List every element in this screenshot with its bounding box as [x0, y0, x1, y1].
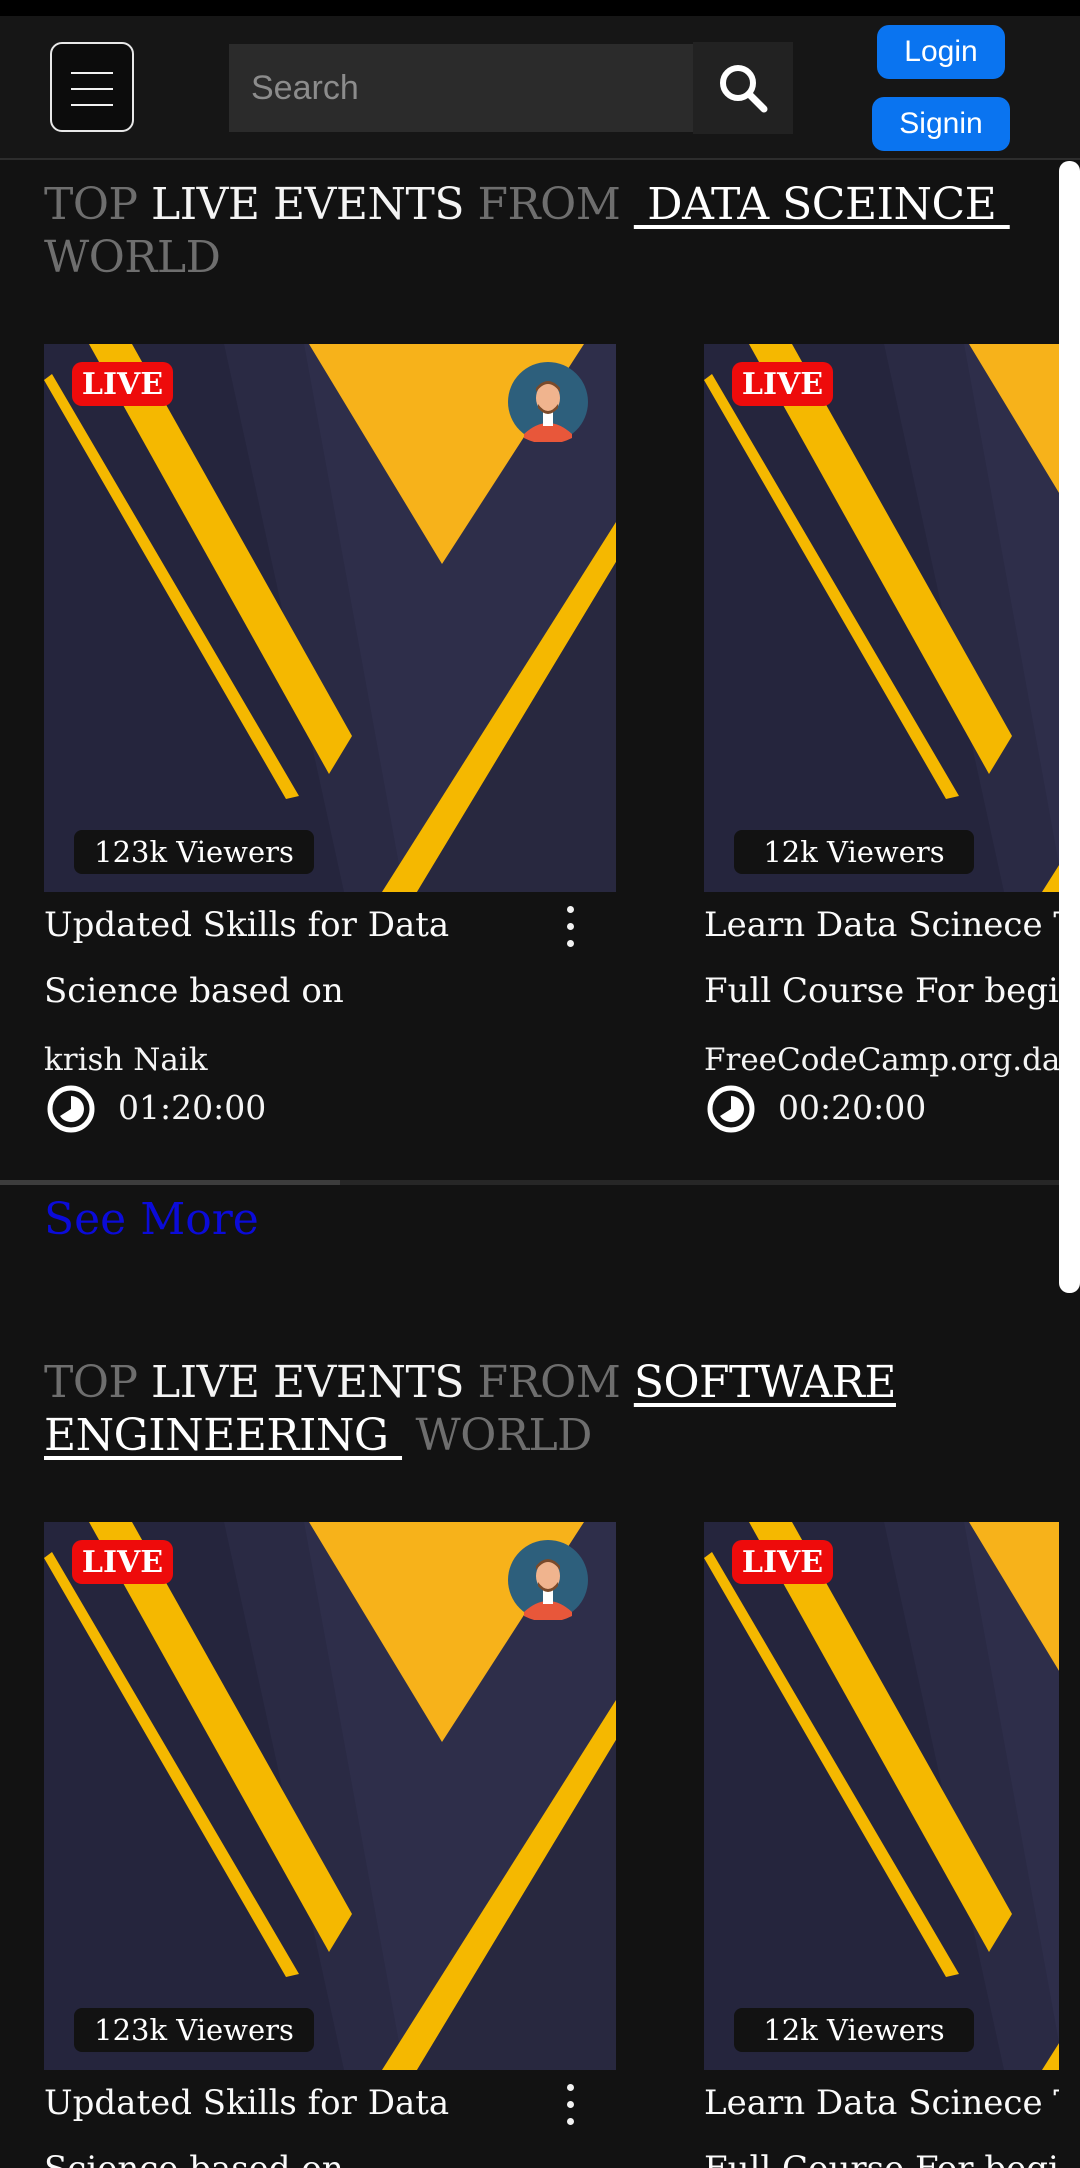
video-duration: 01:20:00 — [118, 1088, 267, 1127]
section-title-data-science: TOP LIVE EVENTS FROM DATA SCEINCE WORLD — [44, 178, 1024, 284]
video-thumbnail[interactable]: LIVE 12k Viewers — [704, 344, 1059, 892]
title-world: WORLD — [415, 1410, 593, 1461]
video-thumbnail[interactable]: LIVE 123k Viewers — [44, 344, 616, 892]
video-title-line[interactable]: Learn Data Scinece Tu — [704, 2070, 1059, 2136]
video-title-line[interactable]: Full Course For begin — [704, 958, 1059, 1024]
video-thumbnail[interactable]: LIVE 12k Viewers — [704, 1522, 1059, 2070]
title-world: WORLD — [44, 232, 221, 283]
title-live-events: LIVE EVENTS — [151, 179, 465, 230]
video-title-line[interactable]: Updated Skills for Data — [44, 2070, 449, 2136]
section-title-software-engineering: TOP LIVE EVENTS FROM SOFTWARE ENGINEERIN… — [44, 1356, 1024, 1462]
channel-name[interactable]: FreeCodeCamp.org.datal — [704, 1042, 1059, 1078]
title-from: FROM — [477, 1357, 621, 1408]
video-title-line[interactable]: Learn Data Scinece Tu — [704, 892, 1059, 958]
viewers-badge: 123k Viewers — [74, 2008, 314, 2052]
page-content: TOP LIVE EVENTS FROM DATA SCEINCE WORLD … — [0, 0, 1059, 2168]
presenter-avatar-icon — [508, 362, 588, 442]
more-options-icon[interactable] — [560, 904, 580, 950]
video-title-line[interactable]: Full Course For begin — [704, 2136, 1059, 2168]
channel-name[interactable]: krish Naik — [44, 1042, 208, 1078]
clock-icon — [47, 1085, 95, 1133]
clock-icon — [707, 1085, 755, 1133]
presenter-avatar-icon — [508, 1540, 588, 1620]
title-from: FROM — [477, 179, 621, 230]
viewers-badge: 12k Viewers — [734, 2008, 974, 2052]
live-badge: LIVE — [732, 362, 833, 406]
video-title-line[interactable]: Science based on — [44, 958, 344, 1024]
thumbnail-art — [704, 1522, 1059, 2070]
live-badge: LIVE — [72, 1540, 173, 1584]
category-link-software-engineering[interactable]: ENGINEERING — [44, 1410, 402, 1461]
title-live-events: LIVE EVENTS — [151, 1357, 465, 1408]
category-link-software-engineering[interactable]: SOFTWARE — [634, 1357, 897, 1408]
more-options-icon[interactable] — [560, 2082, 580, 2128]
vertical-scrollbar[interactable] — [1059, 161, 1080, 1293]
video-duration: 00:20:00 — [778, 1088, 927, 1127]
video-title-line[interactable]: Updated Skills for Data — [44, 892, 449, 958]
viewers-badge: 123k Viewers — [74, 830, 314, 874]
viewers-badge: 12k Viewers — [734, 830, 974, 874]
video-title-line[interactable]: Science based on — [44, 2136, 344, 2168]
live-badge: LIVE — [72, 362, 173, 406]
thumbnail-art — [704, 344, 1059, 892]
carousel-scroll-thumb[interactable] — [0, 1180, 340, 1185]
live-badge: LIVE — [732, 1540, 833, 1584]
see-more-link[interactable]: See More — [44, 1194, 259, 1245]
title-top: TOP — [44, 179, 138, 230]
video-thumbnail[interactable]: LIVE 123k Viewers — [44, 1522, 616, 2070]
category-link-data-science[interactable]: DATA SCEINCE — [634, 179, 1010, 230]
title-top: TOP — [44, 1357, 138, 1408]
